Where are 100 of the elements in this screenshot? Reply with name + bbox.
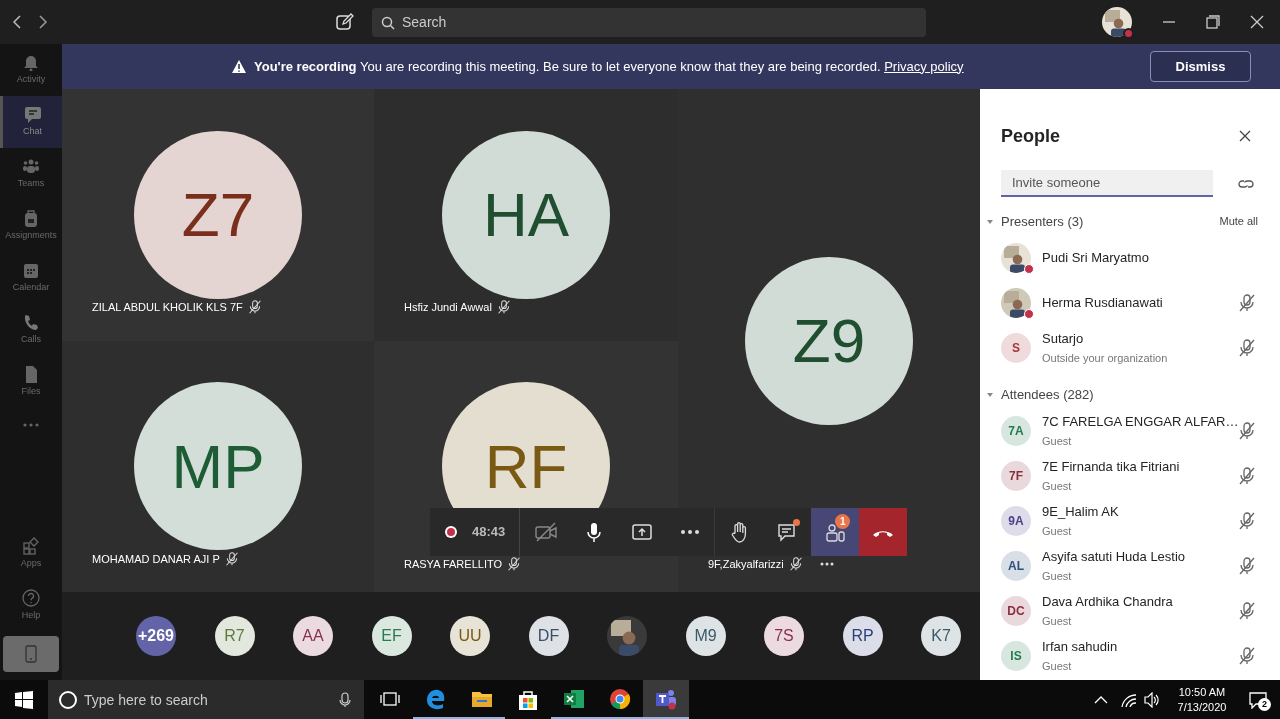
- phone-device-icon: [24, 645, 38, 663]
- avatar: S: [1001, 332, 1031, 363]
- search-field[interactable]: Search: [372, 7, 926, 37]
- rail-tab[interactable]: Chat: [0, 96, 62, 148]
- overflow-count[interactable]: +269: [136, 616, 176, 656]
- backpack-icon: [22, 209, 40, 228]
- group-header[interactable]: Attendees (282): [1001, 384, 1094, 405]
- participant-avatar[interactable]: DF: [528, 616, 569, 656]
- participant-row[interactable]: 7A 7C FARELGA ENGGAR ALFAR… Guest: [1001, 408, 1259, 453]
- avatar: IS: [1001, 640, 1031, 671]
- panel-title: People: [1001, 124, 1061, 148]
- avatar: Z9: [745, 256, 913, 425]
- taskbar-search-field[interactable]: Type here to search: [48, 680, 364, 719]
- rail-tab[interactable]: Files: [0, 356, 62, 408]
- more-options-icon: [679, 529, 702, 535]
- rail-tab[interactable]: Calendar: [0, 252, 62, 304]
- rail-tab[interactable]: Calls: [0, 304, 62, 356]
- rail-tab[interactable]: Apps: [0, 528, 62, 580]
- participant-name: 7C FARELGA ENGGAR ALFAR…: [1042, 413, 1238, 431]
- banner-message: You're recording You are recording this meeting. Be sure to let everyone know that they are being recorded. Privacy policy: [254, 57, 964, 76]
- call-timer: 48:43: [472, 523, 506, 542]
- participant-row[interactable]: 9A 9E_Halim AK Guest: [1001, 498, 1259, 543]
- participant-name: Sutarjo: [1042, 330, 1085, 348]
- phone-icon: [22, 313, 40, 332]
- participant-avatar[interactable]: R7: [214, 616, 255, 656]
- participant-name: MOHAMAD DANAR AJI P: [92, 551, 220, 567]
- invite-field[interactable]: Invite someone: [1001, 170, 1213, 197]
- participant-name: Dava Ardhika Chandra: [1042, 593, 1174, 611]
- close-icon[interactable]: [1239, 130, 1251, 142]
- avatar: DC: [1001, 595, 1031, 626]
- avatar: Z7: [134, 130, 302, 299]
- mute-all-link[interactable]: Mute all: [1219, 213, 1258, 230]
- avatar: AL: [1001, 550, 1031, 581]
- search-icon: [58, 690, 78, 710]
- participant-detail: Guest: [1042, 658, 1073, 674]
- participant-detail: Outside your organization: [1042, 350, 1169, 366]
- chevron-up-icon[interactable]: [1094, 694, 1108, 705]
- participant-name: ZILAL ABDUL KHOLIK KLS 7F: [92, 300, 243, 315]
- volume-icon[interactable]: [1144, 691, 1160, 708]
- participant-row[interactable]: DC Dava Ardhika Chandra Guest: [1001, 588, 1259, 633]
- help-icon: [22, 589, 40, 608]
- participant-row[interactable]: IS Irfan sahudin Guest: [1001, 633, 1259, 678]
- clock[interactable]: 10:50 AM 7/13/2020: [1170, 684, 1234, 715]
- participant-detail: Guest: [1042, 613, 1073, 629]
- avatar: 7A: [1001, 415, 1031, 446]
- participant-name: Asyifa satuti Huda Lestio: [1042, 548, 1187, 566]
- participant-avatar[interactable]: 7S: [764, 616, 804, 656]
- participant-row[interactable]: 7F 7E Firnanda tika Fitriani Guest: [1001, 453, 1259, 498]
- spreadsheet-icon: [563, 687, 585, 710]
- participant-avatar[interactable]: RP: [842, 616, 883, 656]
- participant-avatar[interactable]: K7: [921, 616, 961, 656]
- windows-start-icon[interactable]: [15, 690, 33, 709]
- participant-detail: Guest: [1042, 523, 1073, 539]
- notifications-button[interactable]: 2: [1236, 680, 1280, 719]
- dismiss-button[interactable]: Dismiss: [1150, 51, 1251, 82]
- forward-icon[interactable]: [38, 15, 48, 29]
- rail-tab[interactable]: Activity: [0, 44, 62, 96]
- participant-row[interactable]: Herma Rusdianawati: [1001, 280, 1259, 325]
- caret-icon[interactable]: [986, 217, 994, 226]
- participant-row[interactable]: S Sutarjo Outside your organization: [1001, 325, 1259, 370]
- more-icon[interactable]: [819, 561, 834, 566]
- chat-icon: [23, 105, 42, 124]
- participant-avatar[interactable]: EF: [371, 616, 412, 656]
- rail-tab[interactable]: Teams: [0, 148, 62, 200]
- participant-detail: Guest: [1042, 568, 1073, 584]
- privacy-policy-link[interactable]: Privacy policy: [884, 58, 964, 74]
- notification-count: 2: [1258, 698, 1271, 711]
- back-icon[interactable]: [12, 15, 22, 29]
- participant-name: RASYA FARELLITO: [404, 556, 503, 572]
- maximize-icon[interactable]: [1206, 15, 1220, 29]
- participant-name: Herma Rusdianawati: [1042, 293, 1164, 312]
- participant-row[interactable]: AL Asyifa satuti Huda Lestio Guest: [1001, 543, 1259, 588]
- warning-icon: [232, 60, 246, 73]
- participant-detail: Guest: [1042, 433, 1073, 449]
- participant-detail: Guest: [1042, 478, 1073, 494]
- browser-icon: [425, 687, 447, 710]
- avatar: HA: [442, 130, 610, 299]
- avatar: 7F: [1001, 460, 1031, 491]
- microphone-icon[interactable]: [338, 692, 352, 708]
- compose-icon[interactable]: [336, 13, 354, 31]
- participant-name: 9E_Halim AK: [1042, 503, 1120, 521]
- group-header[interactable]: Presenters (3): [1001, 211, 1084, 232]
- participant-name: Pudi Sri Maryatmo: [1042, 248, 1150, 267]
- rail-tab[interactable]: Assignments: [0, 200, 62, 252]
- bell-icon: [22, 53, 40, 72]
- rail-tab[interactable]: Help: [0, 580, 62, 632]
- caret-icon[interactable]: [986, 390, 994, 399]
- participant-name: Hsfiz Jundi Awwal: [404, 300, 492, 315]
- participant-name: 7E Firnanda tika Fitriani: [1042, 458, 1181, 476]
- wifi-icon[interactable]: [1120, 692, 1136, 707]
- apps-icon: [22, 537, 40, 556]
- participant-avatar[interactable]: M9: [685, 616, 726, 656]
- participant-avatar[interactable]: AA: [293, 616, 333, 656]
- avatar: 9A: [1001, 505, 1031, 536]
- search-icon: [381, 15, 395, 30]
- calendar-icon: [22, 261, 40, 280]
- participant-name: Irfan sahudin: [1042, 638, 1119, 656]
- hang-up-button[interactable]: [859, 508, 908, 556]
- participant-avatar[interactable]: UU: [450, 616, 490, 656]
- participant-row[interactable]: Pudi Sri Maryatmo: [1001, 235, 1259, 280]
